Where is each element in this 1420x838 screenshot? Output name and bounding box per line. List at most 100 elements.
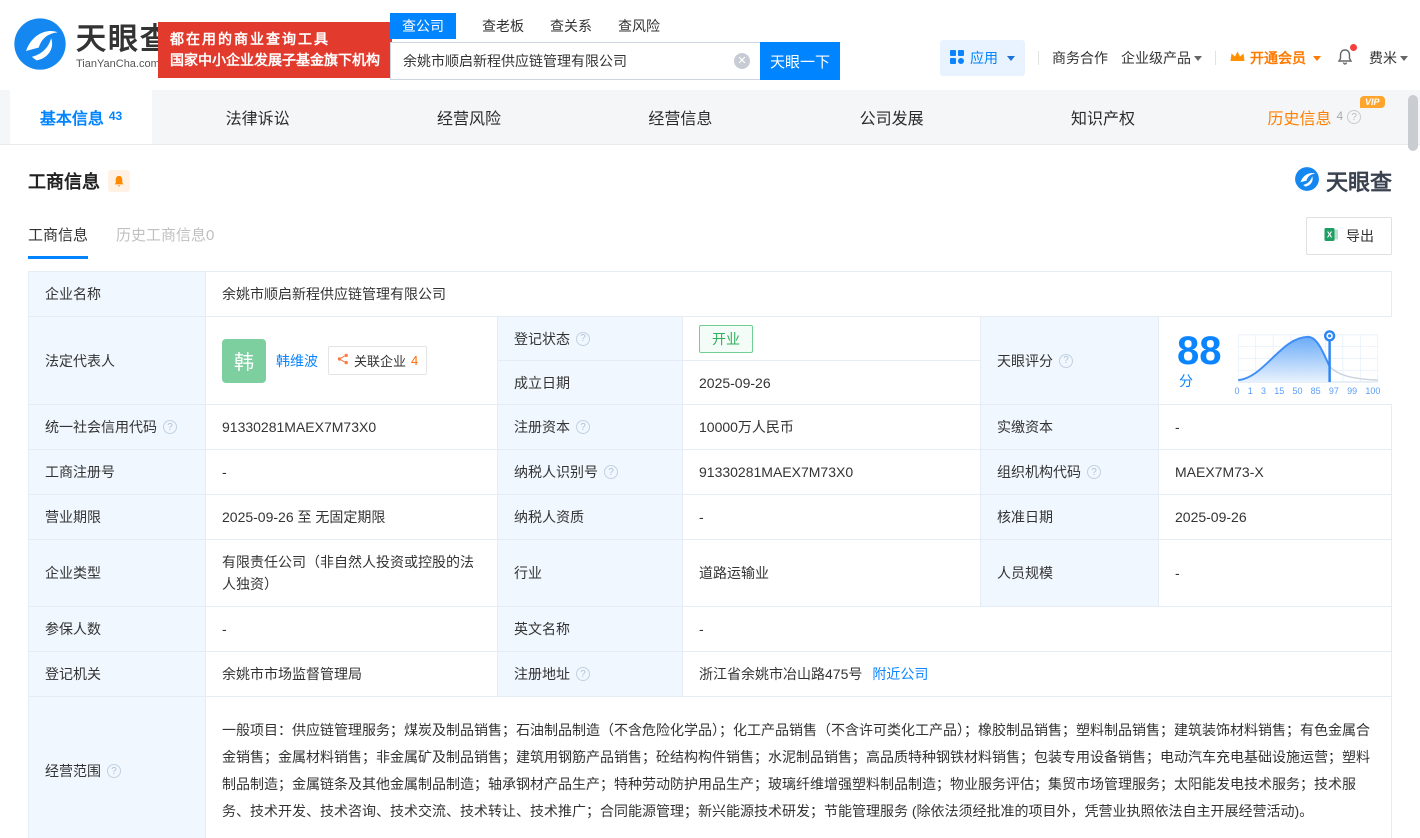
staff-size-value: - <box>1159 540 1391 606</box>
watermark-logo: 天眼查 <box>1294 165 1392 197</box>
reg-number-label: 工商注册号 <box>29 450 206 494</box>
svg-text:X: X <box>1327 231 1333 240</box>
business-scope-label-cell: 经营范围 ? <box>29 697 206 838</box>
help-icon[interactable]: ? <box>163 420 177 434</box>
business-scope-label: 经营范围 <box>45 761 101 781</box>
english-name-label: 英文名称 <box>498 607 683 651</box>
tab-label: 基本信息 <box>40 105 104 129</box>
tab-company-development[interactable]: 公司发展 <box>786 90 997 144</box>
tab-legal-proceedings[interactable]: 法律诉讼 <box>152 90 363 144</box>
crown-icon <box>1229 50 1246 66</box>
user-menu[interactable]: 费米 <box>1369 48 1408 68</box>
company-name-label: 企业名称 <box>29 272 206 316</box>
company-type-value: 有限责任公司（非自然人投资或控股的法人独资） <box>206 540 498 606</box>
help-icon[interactable]: ? <box>1087 465 1101 479</box>
reg-status-label: 登记状态 <box>514 329 570 349</box>
industry-label: 行业 <box>498 540 683 606</box>
tab-intellectual-property[interactable]: 知识产权 <box>997 90 1208 144</box>
export-button[interactable]: X 导出 <box>1306 217 1392 255</box>
search-tab-boss[interactable]: 查老板 <box>482 16 524 36</box>
tab-label: 历史信息 <box>1267 105 1331 129</box>
subtab-history-business-info[interactable]: 历史工商信息0 <box>116 224 214 259</box>
credit-code-label-cell: 统一社会信用代码 ? <box>29 405 206 449</box>
company-name-value: 余姚市顺启新程供应链管理有限公司 <box>206 272 1391 316</box>
nav-enterprise-products[interactable]: 企业级产品 <box>1121 48 1202 68</box>
legal-rep-name-link[interactable]: 韩维波 <box>276 351 318 371</box>
approval-date-label: 核准日期 <box>981 495 1159 539</box>
reg-address-label-cell: 注册地址 ? <box>498 652 683 696</box>
table-row: 营业期限 2025-09-26 至 无固定期限 纳税人资质 - 核准日期 202… <box>29 495 1391 540</box>
table-row: 工商注册号 - 纳税人识别号 ? 91330281MAEX7M73X0 组织机构… <box>29 450 1391 495</box>
help-icon[interactable]: ? <box>576 667 590 681</box>
scrollbar[interactable] <box>1408 95 1418 151</box>
table-row: 法定代表人 韩 韩维波 关联企业 4 <box>29 317 1391 405</box>
tab-operating-info[interactable]: 经营信息 <box>575 90 786 144</box>
related-label: 关联企业 <box>354 351 406 370</box>
help-icon[interactable]: ? <box>1347 110 1361 124</box>
search-tab-company[interactable]: 查公司 <box>390 13 456 39</box>
top-nav: 应用 商务合作 企业级产品 开通会员 费米 <box>940 40 1408 76</box>
chevron-down-icon <box>1007 56 1015 61</box>
network-icon <box>337 353 349 368</box>
nearby-companies-link[interactable]: 附近公司 <box>872 664 928 684</box>
approval-date-value: 2025-09-26 <box>1159 495 1391 539</box>
search-button[interactable]: 天眼一下 <box>760 42 840 80</box>
watermark-text: 天眼查 <box>1326 165 1392 197</box>
help-icon[interactable]: ? <box>576 420 590 434</box>
nav-cooperation[interactable]: 商务合作 <box>1052 48 1108 68</box>
taxpayer-id-label: 纳税人识别号 <box>514 462 598 482</box>
enterprise-label: 企业级产品 <box>1121 48 1191 68</box>
score-unit: 分 <box>1179 373 1193 389</box>
search-tab-risk[interactable]: 查风险 <box>618 16 660 36</box>
excel-icon: X <box>1324 227 1339 245</box>
help-icon[interactable]: ? <box>576 332 590 346</box>
business-term-value: 2025-09-26 至 无固定期限 <box>206 495 498 539</box>
related-companies-badge[interactable]: 关联企业 4 <box>328 346 427 375</box>
legal-rep-cell: 韩 韩维波 关联企业 4 <box>206 317 498 404</box>
main-tab-bar: 基本信息 43 法律诉讼 经营风险 经营信息 公司发展 知识产权 VIP 历史信… <box>0 90 1420 145</box>
taxpayer-id-value: 91330281MAEX7M73X0 <box>683 450 981 494</box>
slogan-line2: 国家中小企业发展子基金旗下机构 <box>170 50 380 71</box>
org-code-label: 组织机构代码 <box>997 462 1081 482</box>
establish-date-value: 2025-09-26 <box>683 361 980 404</box>
help-icon[interactable]: ? <box>604 465 618 479</box>
tianyancha-logo[interactable]: 天眼查 TianYanCha.com <box>12 16 172 77</box>
english-name-value: - <box>683 607 1391 651</box>
tab-history-info[interactable]: VIP 历史信息 4 ? <box>1209 90 1420 144</box>
tab-basic-info[interactable]: 基本信息 43 <box>10 90 152 144</box>
score-axis-ticks: 01 315 5085 9799 100 <box>1234 386 1382 396</box>
clear-search-icon[interactable]: ✕ <box>734 53 750 69</box>
reg-status-label-cell: 登记状态 ? <box>498 317 683 360</box>
notifications-bell-icon[interactable] <box>1336 48 1354 69</box>
status-date-subgrid: 登记状态 ? 开业 成立日期 2025-09-26 <box>498 317 981 404</box>
avatar[interactable]: 韩 <box>222 339 266 383</box>
search-tab-relation[interactable]: 查关系 <box>550 16 592 36</box>
tab-label: 公司发展 <box>860 105 924 129</box>
help-icon[interactable]: ? <box>1059 354 1073 368</box>
table-row: 企业名称 余姚市顺启新程供应链管理有限公司 <box>29 272 1391 317</box>
company-type-label: 企业类型 <box>29 540 206 606</box>
tab-count: 4 <box>1336 109 1343 123</box>
help-icon[interactable]: ? <box>107 764 121 778</box>
section-title: 工商信息 <box>28 168 100 194</box>
paid-capital-label: 实缴资本 <box>981 405 1159 449</box>
table-row: 企业类型 有限责任公司（非自然人投资或控股的法人独资） 行业 道路运输业 人员规… <box>29 540 1391 607</box>
paid-capital-value: - <box>1159 405 1391 449</box>
search-tabs: 查公司 查老板 查关系 查风险 <box>390 14 840 38</box>
tab-label: 知识产权 <box>1071 105 1135 129</box>
business-info-table: 企业名称 余姚市顺启新程供应链管理有限公司 法定代表人 韩 韩维波 <box>28 271 1392 838</box>
search-input[interactable] <box>390 42 760 80</box>
apps-menu-button[interactable]: 应用 <box>940 40 1025 76</box>
chevron-down-icon <box>1194 56 1202 61</box>
chevron-down-icon <box>1313 56 1321 61</box>
tab-label: 经营信息 <box>648 105 712 129</box>
vip-label: 开通会员 <box>1250 48 1306 68</box>
divider <box>1215 51 1216 65</box>
table-row: 经营范围 ? 一般项目：供应链管理服务；煤炭及制品销售；石油制品制造（不含危险化… <box>29 697 1391 838</box>
business-term-label: 营业期限 <box>29 495 206 539</box>
tab-operating-risk[interactable]: 经营风险 <box>363 90 574 144</box>
subtab-business-info[interactable]: 工商信息 <box>28 224 88 259</box>
table-row: 登记机关 余姚市市场监督管理局 注册地址 ? 浙江省余姚市冶山路475号 附近公… <box>29 652 1391 697</box>
open-vip-button[interactable]: 开通会员 <box>1229 48 1321 68</box>
subscribe-bell-icon[interactable] <box>108 170 130 192</box>
